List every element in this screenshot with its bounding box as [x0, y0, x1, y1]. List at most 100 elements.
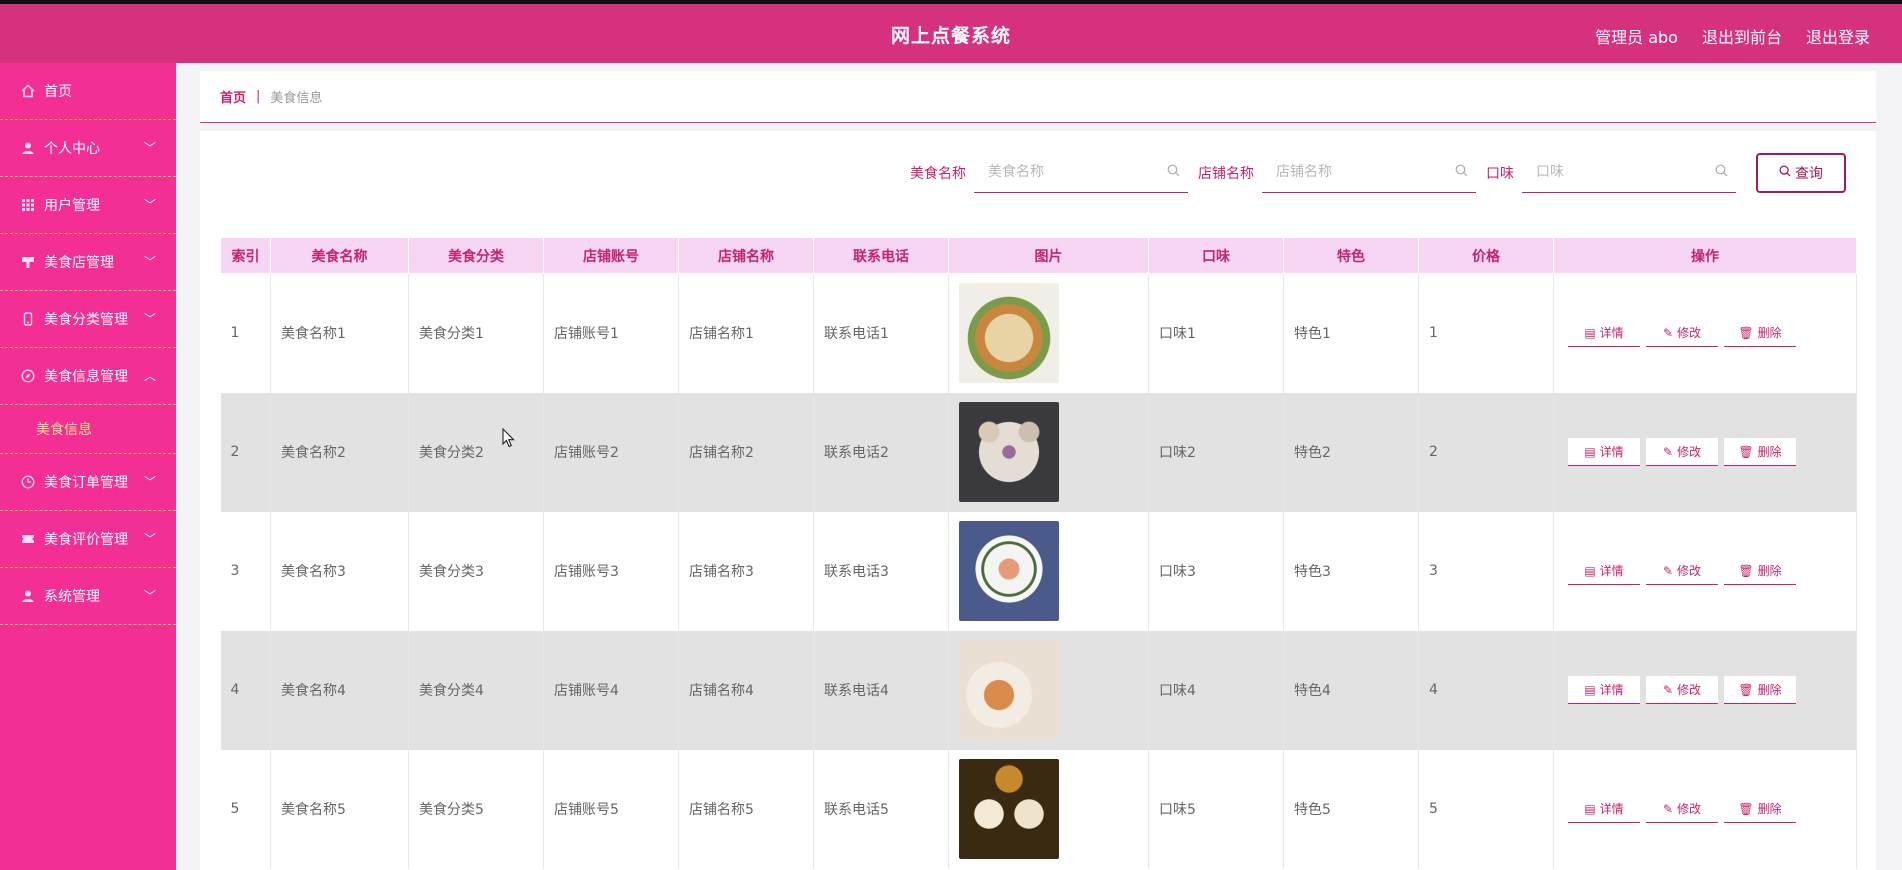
trash-icon: 🗑 [1738, 682, 1754, 697]
cell-index: 2 [220, 392, 271, 512]
detail-button[interactable]: ▤ 详情 [1568, 557, 1640, 585]
cell-food-name: 美食名称2 [270, 392, 409, 512]
sidebar-subitem-food-info[interactable]: 美食信息 [0, 405, 176, 454]
cell-shop-name: 店铺名称5 [678, 749, 814, 869]
cell-shop-name: 店铺名称1 [678, 273, 814, 393]
table-header-row: 索引 美食名称 美食分类 店铺账号 店铺名称 联系电话 图片 口味 特色 价格 … [220, 237, 1857, 274]
detail-button[interactable]: ▤ 详情 [1568, 319, 1640, 348]
breadcrumb-home-link[interactable]: 首页 [220, 87, 246, 106]
sidebar-item-shop-manage[interactable]: 美食店管理 ﹀ [0, 234, 176, 291]
cell-image [948, 273, 1149, 393]
ticket-icon [20, 532, 35, 547]
cell-category: 美食分类5 [408, 749, 544, 869]
cell-phone: 联系电话4 [813, 630, 949, 750]
document-icon: ▤ [1584, 682, 1596, 697]
cell-taste: 口味5 [1148, 749, 1284, 869]
cell-shop-account: 店铺账号1 [543, 273, 679, 393]
exit-to-front-link[interactable]: 退出到前台 [1702, 24, 1782, 48]
table-row: 3 美食名称3 美食分类3 店铺账号3 店铺名称3 联系电话3 口味3 特色3 … [220, 511, 1857, 631]
edit-button[interactable]: ✎ 修改 [1646, 676, 1718, 704]
cell-food-name: 美食名称1 [270, 273, 409, 393]
table-row: 1 美食名称1 美食分类1 店铺账号1 店铺名称1 联系电话1 口味1 特色1 … [220, 273, 1857, 393]
trash-icon: 🗑 [1738, 444, 1754, 459]
cell-price: 5 [1418, 749, 1554, 869]
col-header-taste: 口味 [1148, 237, 1284, 274]
edit-button-label: 修改 [1677, 326, 1702, 341]
table-row: 2 美食名称2 美食分类2 店铺账号2 店铺名称2 联系电话2 口味2 特色2 … [220, 392, 1857, 512]
sidebar-item-category-manage[interactable]: 美食分类管理 ﹀ [0, 291, 176, 348]
food-table: 索引 美食名称 美食分类 店铺账号 店铺名称 联系电话 图片 口味 特色 价格 … [220, 237, 1857, 869]
cell-taste: 口味4 [1148, 630, 1284, 750]
cell-actions: ▤ 详情 ✎ 修改 🗑 删除 [1553, 392, 1857, 512]
delete-button[interactable]: 🗑 删除 [1724, 438, 1796, 466]
food-image [959, 402, 1059, 502]
sidebar-item-label: 美食评价管理 [44, 532, 128, 548]
detail-button-label: 详情 [1599, 564, 1624, 578]
search-icon [1779, 165, 1791, 181]
sidebar-item-system-manage[interactable]: 系统管理 ﹀ [0, 568, 176, 625]
cell-actions: ▤ 详情 ✎ 修改 🗑 删除 [1553, 511, 1857, 631]
col-header-feature: 特色 [1283, 237, 1419, 274]
detail-button[interactable]: ▤ 详情 [1568, 676, 1640, 704]
sidebar-item-food-info-manage[interactable]: 美食信息管理 ︿ [0, 348, 176, 405]
taste-input[interactable] [1522, 153, 1702, 191]
sidebar-item-review-manage[interactable]: 美食评价管理 ﹀ [0, 511, 176, 568]
shop-icon [20, 255, 35, 270]
col-header-shop-account: 店铺账号 [543, 237, 679, 274]
document-icon: ▤ [1584, 325, 1596, 340]
cell-category: 美食分类2 [408, 392, 544, 512]
col-header-index: 索引 [220, 237, 271, 274]
taste-field [1522, 153, 1736, 193]
col-header-food-name: 美食名称 [270, 237, 409, 274]
cell-image [948, 630, 1149, 750]
cell-actions: ▤ 详情 ✎ 修改 🗑 删除 [1553, 273, 1857, 393]
edit-button[interactable]: ✎ 修改 [1646, 438, 1718, 466]
detail-button[interactable]: ▤ 详情 [1568, 438, 1640, 466]
food-name-input[interactable] [974, 153, 1154, 191]
search-icon [1715, 164, 1728, 181]
phone-icon [20, 312, 35, 327]
food-name-label: 美食名称 [910, 166, 966, 182]
cell-taste: 口味2 [1148, 392, 1284, 512]
cell-price: 3 [1418, 511, 1554, 631]
delete-button[interactable]: 🗑 删除 [1724, 319, 1796, 348]
edit-button-label: 修改 [1677, 683, 1702, 697]
document-icon: ▤ [1584, 563, 1596, 578]
delete-button[interactable]: 🗑 删除 [1724, 557, 1796, 585]
edit-button-label: 修改 [1677, 802, 1702, 816]
edit-button[interactable]: ✎ 修改 [1646, 319, 1718, 348]
delete-button-label: 删除 [1757, 326, 1782, 341]
cell-shop-account: 店铺账号3 [543, 511, 679, 631]
cell-category: 美食分类1 [408, 273, 544, 393]
sidebar-item-user-manage[interactable]: 用户管理 ﹀ [0, 177, 176, 234]
pencil-icon: ✎ [1662, 444, 1674, 459]
header-actions: 管理员 abo 退出到前台 退出登录 [1595, 24, 1870, 48]
cell-price: 4 [1418, 630, 1554, 750]
cell-shop-account: 店铺账号4 [543, 630, 679, 750]
chevron-down-icon: ﹀ [143, 475, 156, 489]
edit-button-label: 修改 [1677, 445, 1702, 459]
breadcrumb-separator: | [256, 89, 261, 104]
logout-link[interactable]: 退出登录 [1806, 24, 1870, 48]
user-icon [20, 141, 35, 156]
sidebar-item-home[interactable]: 首页 [0, 63, 176, 120]
food-image [959, 521, 1059, 621]
edit-button[interactable]: ✎ 修改 [1646, 795, 1718, 823]
main-content: 首页 | 美食信息 美食名称 店铺名称 口味 [200, 71, 1876, 870]
col-header-actions: 操作 [1553, 237, 1857, 274]
sidebar-item-label: 首页 [44, 84, 72, 100]
delete-button[interactable]: 🗑 删除 [1724, 795, 1796, 823]
clock-icon [20, 475, 35, 490]
query-button-label: 查询 [1795, 166, 1823, 182]
delete-button[interactable]: 🗑 删除 [1724, 676, 1796, 704]
shop-name-input[interactable] [1262, 153, 1442, 191]
delete-button-label: 删除 [1757, 445, 1782, 459]
query-button[interactable]: 查询 [1756, 153, 1846, 193]
cell-taste: 口味3 [1148, 511, 1284, 631]
edit-button[interactable]: ✎ 修改 [1646, 557, 1718, 585]
sidebar-item-personal[interactable]: 个人中心 ﹀ [0, 120, 176, 177]
detail-button[interactable]: ▤ 详情 [1568, 795, 1640, 823]
cell-phone: 联系电话2 [813, 392, 949, 512]
sidebar-item-order-manage[interactable]: 美食订单管理 ﹀ [0, 454, 176, 511]
content-panel: 美食名称 店铺名称 口味 [200, 131, 1876, 870]
